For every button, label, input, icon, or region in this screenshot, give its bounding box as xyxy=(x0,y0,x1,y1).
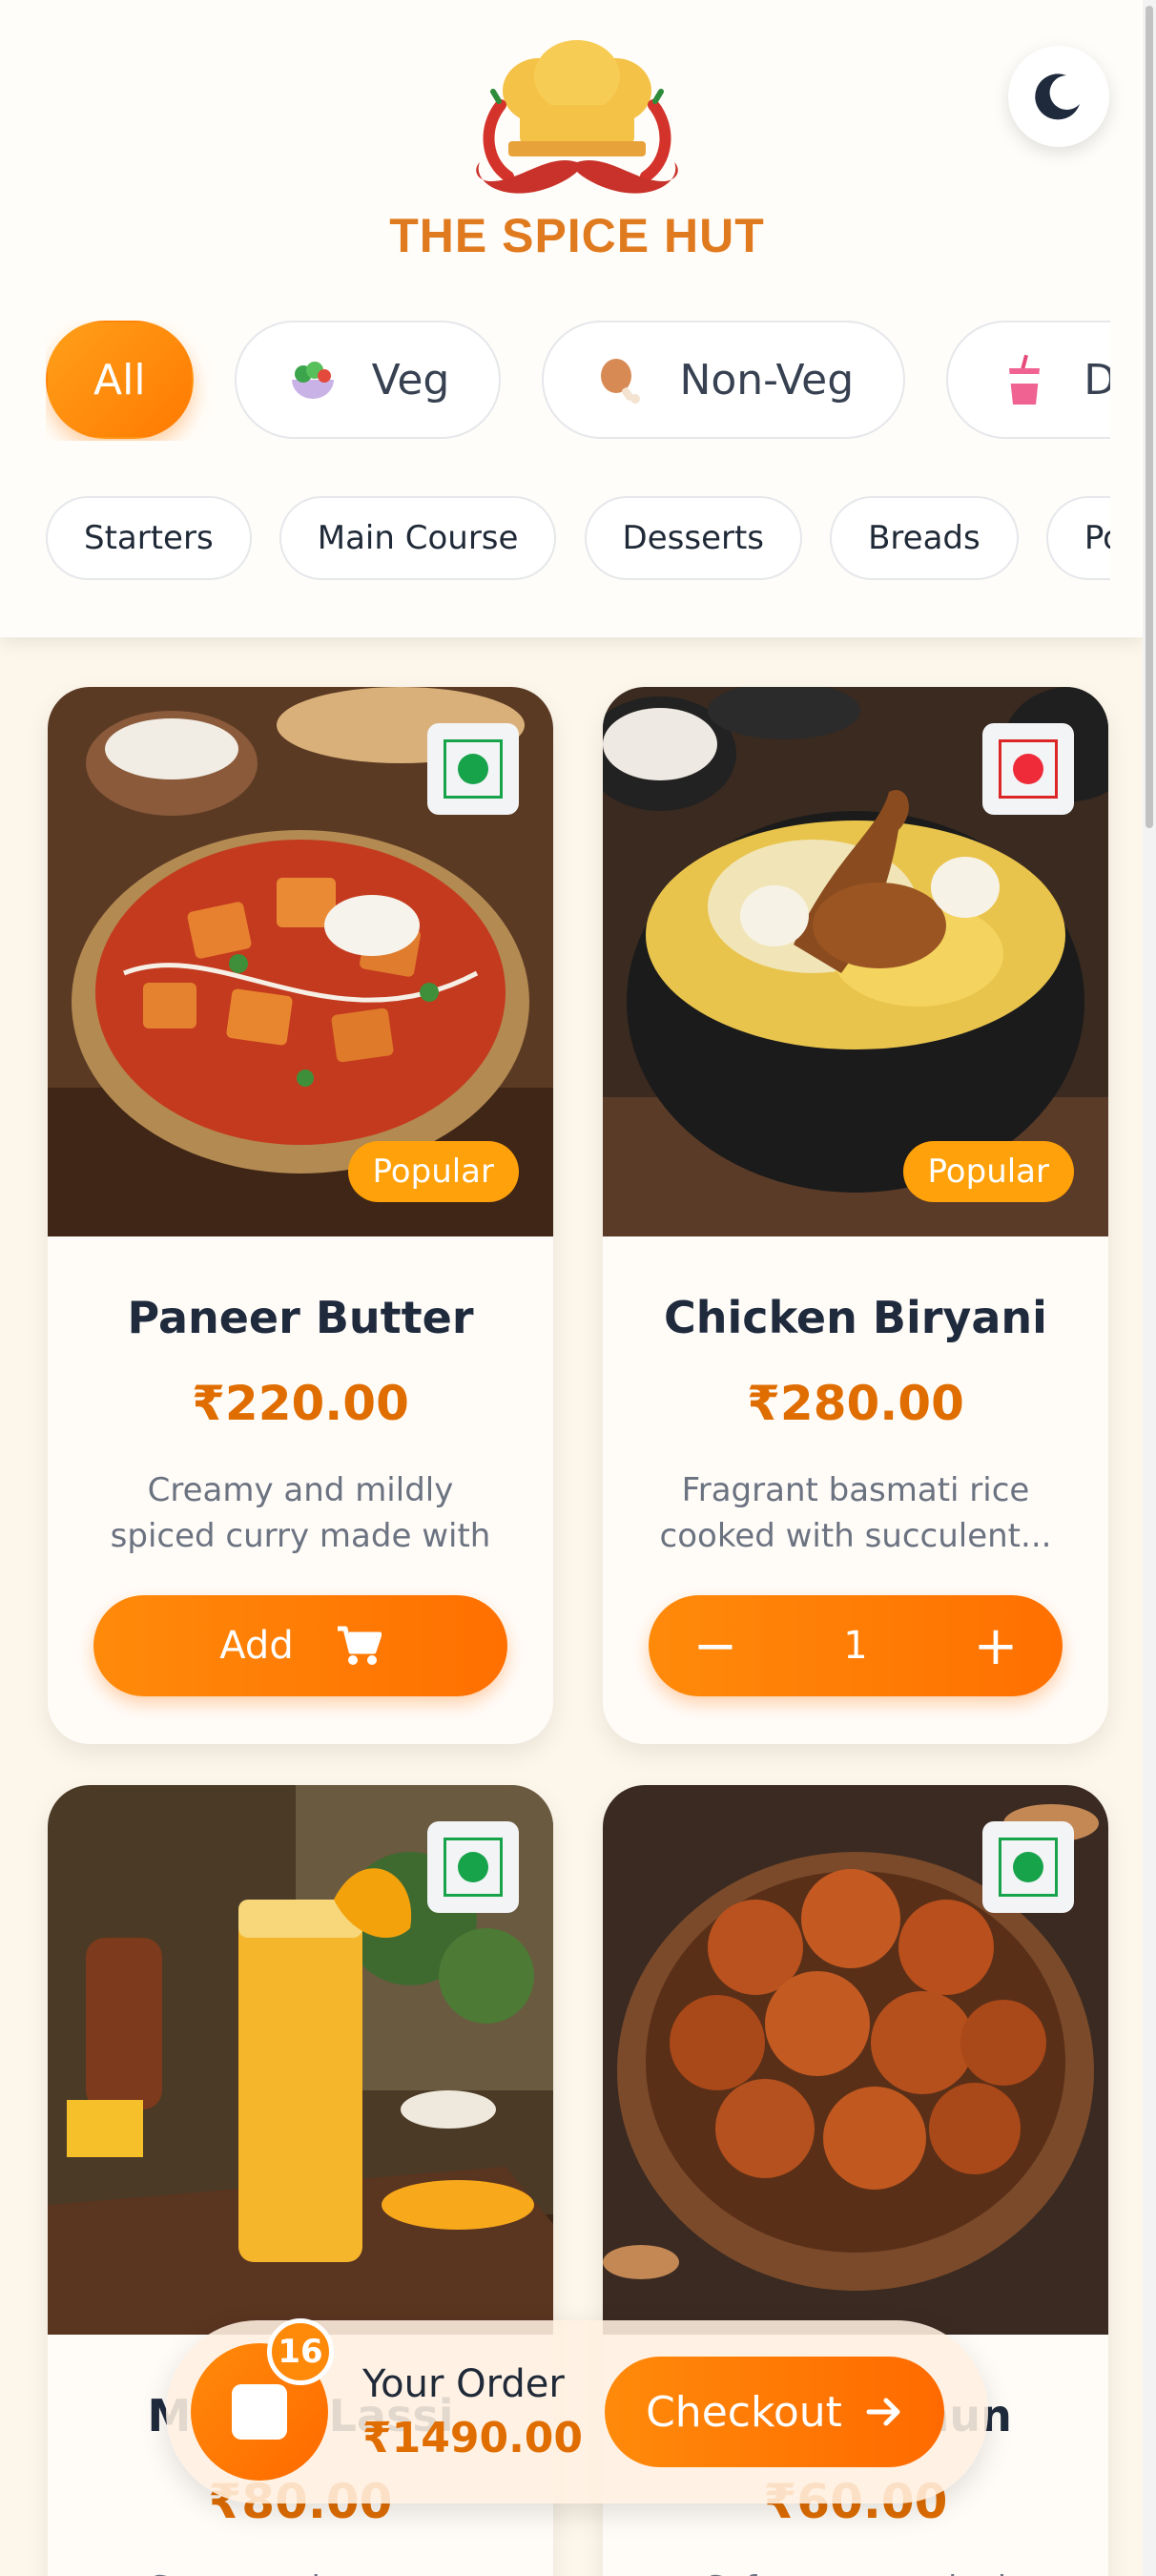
dish-name: Chicken Biryani xyxy=(664,1292,1047,1343)
scrollbar-thumb[interactable] xyxy=(1146,6,1153,828)
quantity-stepper: − 1 + xyxy=(649,1595,1063,1696)
filter-label: Dr xyxy=(1084,355,1110,405)
veg-indicator-icon xyxy=(982,1821,1074,1913)
add-to-cart-button[interactable]: Add xyxy=(93,1595,507,1696)
dish-description: Fragrant basmati rice cooked with succul… xyxy=(659,1471,1052,1555)
chef-mustache-icon xyxy=(476,40,678,194)
popular-badge: Popular xyxy=(347,1141,519,1202)
brand-name: THE SPICE HUT xyxy=(389,209,765,262)
dish-description: Sweet and creamy yogurt... xyxy=(93,2566,507,2576)
header: THE SPICE HUT All Veg Non-Veg D Starters… xyxy=(0,0,1143,637)
dish-description: Soft, syrup-soaked dough... xyxy=(649,2566,1063,2576)
veg-indicator-icon xyxy=(427,1821,519,1913)
veg-indicator-icon xyxy=(427,723,519,815)
category-starters[interactable]: Starters xyxy=(46,496,252,580)
dish-name: Paneer Butter xyxy=(127,1292,474,1343)
dish-price: ₹220.00 xyxy=(192,1376,409,1431)
increment-button[interactable]: + xyxy=(967,1615,1024,1677)
dish-image xyxy=(603,1785,1108,2335)
dish-image: Popular xyxy=(48,687,553,1236)
cart-icon xyxy=(337,1626,382,1665)
salad-icon xyxy=(291,362,334,399)
arrow-right-icon xyxy=(866,2398,900,2426)
theme-toggle-button[interactable] xyxy=(1008,46,1109,147)
checkout-label: Checkout xyxy=(646,2387,842,2437)
drink-icon xyxy=(1009,354,1041,405)
menu-card: Popular Chicken Biryani ₹280.00 Fragrant… xyxy=(603,687,1108,1744)
cart-count-badge: 16 xyxy=(267,2318,334,2385)
dish-price: ₹280.00 xyxy=(747,1376,964,1431)
popular-badge: Popular xyxy=(902,1141,1074,1202)
filter-label: Veg xyxy=(371,355,450,405)
order-total: ₹1490.00 xyxy=(362,2414,584,2462)
filter-drinks[interactable]: Dr xyxy=(946,321,1110,439)
add-label: Add xyxy=(219,1624,294,1668)
category-main-course[interactable]: Main Course xyxy=(279,496,557,580)
shopping-bag-icon xyxy=(232,2384,287,2440)
dish-image xyxy=(48,1785,553,2335)
filter-non-veg[interactable]: Non-Veg xyxy=(542,321,906,439)
category-breads[interactable]: Breads xyxy=(830,496,1019,580)
brand-logo: THE SPICE HUT xyxy=(386,38,768,267)
order-label: Your Order xyxy=(362,2362,565,2406)
diet-filter-row: All Veg Non-Veg Dr xyxy=(46,321,1110,441)
checkout-button[interactable]: Checkout xyxy=(605,2357,944,2467)
scrollbar[interactable] xyxy=(1143,0,1156,2576)
moon-icon xyxy=(1035,73,1080,120)
filter-label: All xyxy=(93,355,146,405)
non-veg-indicator-icon xyxy=(982,723,1074,815)
quantity-value: 1 xyxy=(843,1624,868,1668)
filter-veg[interactable]: Veg xyxy=(234,321,502,439)
chicken-leg-icon xyxy=(601,359,641,404)
decrement-button[interactable]: − xyxy=(687,1615,744,1677)
dish-image: Popular xyxy=(603,687,1108,1236)
filter-all[interactable]: All xyxy=(46,321,194,439)
category-row: Starters Main Course Desserts Breads Pop… xyxy=(46,496,1110,582)
order-summary-bar: 16 Your Order ₹1490.00 Checkout xyxy=(166,2318,988,2503)
category-popular[interactable]: Popular xyxy=(1045,496,1110,580)
menu-card: Popular Paneer Butter ₹220.00 Creamy and… xyxy=(48,687,553,1744)
filter-label: Non-Veg xyxy=(679,355,855,405)
dish-description: Creamy and mildly spiced curry made with… xyxy=(110,1471,491,1555)
category-desserts[interactable]: Desserts xyxy=(584,496,803,580)
